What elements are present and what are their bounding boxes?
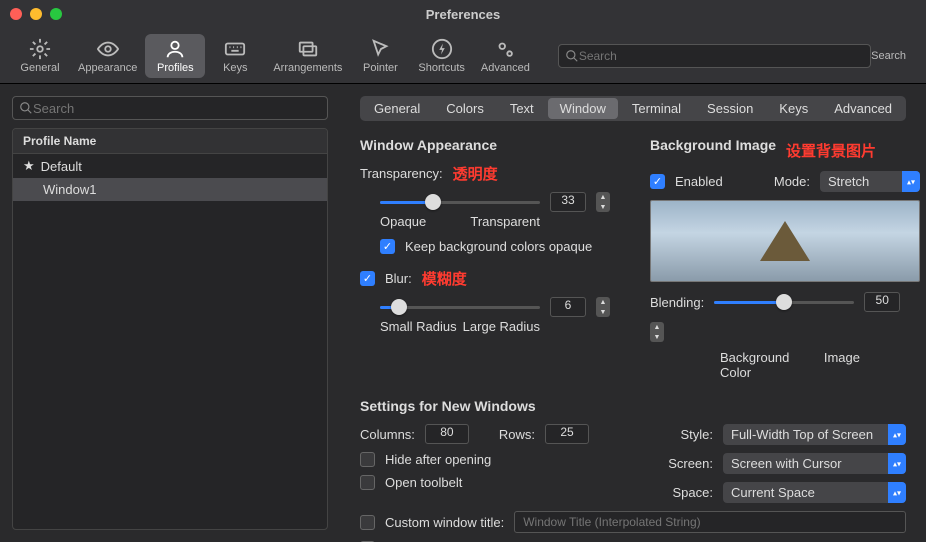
toolbar-general[interactable]: General — [10, 34, 70, 78]
titlebar: Preferences — [0, 0, 926, 28]
toolbar-shortcuts[interactable]: Shortcuts — [410, 34, 472, 78]
transparency-annotation: 透明度 — [453, 163, 498, 184]
toolbar-search[interactable] — [558, 44, 871, 68]
blur-label: Blur: — [385, 271, 412, 286]
tab-colors[interactable]: Colors — [434, 98, 496, 119]
transparency-slider[interactable] — [380, 192, 540, 212]
style-select[interactable]: Full-Width Top of Screen▴▾ — [723, 424, 906, 445]
space-select[interactable]: Current Space▴▾ — [723, 482, 906, 503]
toolbar-pointer[interactable]: Pointer — [350, 34, 410, 78]
pointer-icon — [369, 38, 391, 60]
blending-label: Blending: — [650, 295, 704, 310]
tab-advanced[interactable]: Advanced — [822, 98, 904, 119]
sidebar-search[interactable] — [12, 96, 328, 120]
blur-checkbox[interactable]: ✓ — [360, 271, 375, 286]
tab-keys[interactable]: Keys — [767, 98, 820, 119]
bgimage-preview[interactable] — [650, 200, 920, 282]
bgimage-enabled-label: Enabled — [675, 174, 723, 189]
profile-header: Profile Name — [13, 129, 327, 154]
toolbar-search-label: Search — [871, 50, 906, 62]
appearance-heading: Window Appearance — [360, 137, 610, 153]
keep-bg-label: Keep background colors opaque — [405, 239, 592, 254]
blending-stepper[interactable]: ▲▼ — [650, 322, 664, 342]
toolbar-profiles[interactable]: Profiles — [145, 34, 205, 78]
star-icon: ★ — [23, 158, 35, 174]
search-icon — [565, 49, 579, 63]
rows-value[interactable]: 25 — [545, 424, 589, 444]
hide-checkbox[interactable] — [360, 452, 375, 467]
toolbar-advanced[interactable]: Advanced — [473, 34, 538, 78]
person-icon — [164, 38, 186, 60]
sidebar-search-input[interactable] — [33, 101, 321, 116]
profile-tabs: General Colors Text Window Terminal Sess… — [360, 96, 906, 121]
blending-value[interactable]: 50 — [864, 292, 900, 312]
bgimage-enabled-checkbox[interactable]: ✓ — [650, 174, 665, 189]
keep-bg-checkbox[interactable]: ✓ — [380, 239, 395, 254]
profile-row-default[interactable]: ★Default — [13, 154, 327, 178]
eye-icon — [97, 38, 119, 60]
mode-label: Mode: — [774, 174, 810, 189]
custom-title-input[interactable] — [514, 511, 906, 533]
profile-list: Profile Name ★Default Window1 — [12, 128, 328, 530]
blur-slider[interactable] — [380, 297, 540, 317]
toolbar: General Appearance Profiles Keys Arrange… — [0, 28, 926, 84]
profile-row-window1[interactable]: Window1 — [13, 178, 327, 201]
blur-stepper[interactable]: ▲▼ — [596, 297, 610, 317]
tab-session[interactable]: Session — [695, 98, 765, 119]
tab-text[interactable]: Text — [498, 98, 546, 119]
rows-label: Rows: — [499, 427, 535, 442]
blending-slider[interactable] — [714, 292, 854, 312]
tab-terminal[interactable]: Terminal — [620, 98, 693, 119]
bolt-icon — [431, 38, 453, 60]
blur-annotation: 模糊度 — [422, 268, 467, 289]
sidebar: Profile Name ★Default Window1 — [0, 84, 340, 542]
keyboard-icon — [224, 38, 246, 60]
tab-window[interactable]: Window — [548, 98, 618, 119]
custom-title-checkbox[interactable] — [360, 515, 375, 530]
columns-value[interactable]: 80 — [425, 424, 469, 444]
toolbar-search-input[interactable] — [579, 49, 864, 63]
transparency-stepper[interactable]: ▲▼ — [596, 192, 610, 212]
windows-icon — [297, 38, 319, 60]
content: General Colors Text Window Terminal Sess… — [340, 84, 926, 542]
columns-label: Columns: — [360, 427, 415, 442]
bgimage-heading: Background Image — [650, 137, 776, 153]
gear-icon — [29, 38, 51, 60]
newwin-heading: Settings for New Windows — [360, 398, 906, 414]
toolbar-keys[interactable]: Keys — [205, 34, 265, 78]
toolbelt-checkbox[interactable] — [360, 475, 375, 490]
blur-value[interactable]: 6 — [550, 297, 586, 317]
tab-general[interactable]: General — [362, 98, 432, 119]
toolbar-arrangements[interactable]: Arrangements — [265, 34, 350, 78]
screen-select[interactable]: Screen with Cursor▴▾ — [723, 453, 906, 474]
transparency-label: Transparency: — [360, 166, 443, 181]
gears-icon — [494, 38, 516, 60]
search-icon — [19, 101, 33, 115]
transparency-value[interactable]: 33 — [550, 192, 586, 212]
bgimage-annotation: 设置背景图片 — [786, 140, 876, 161]
window-title: Preferences — [0, 7, 926, 22]
toolbar-appearance[interactable]: Appearance — [70, 34, 145, 78]
mode-select[interactable]: Stretch▴▾ — [820, 171, 920, 192]
